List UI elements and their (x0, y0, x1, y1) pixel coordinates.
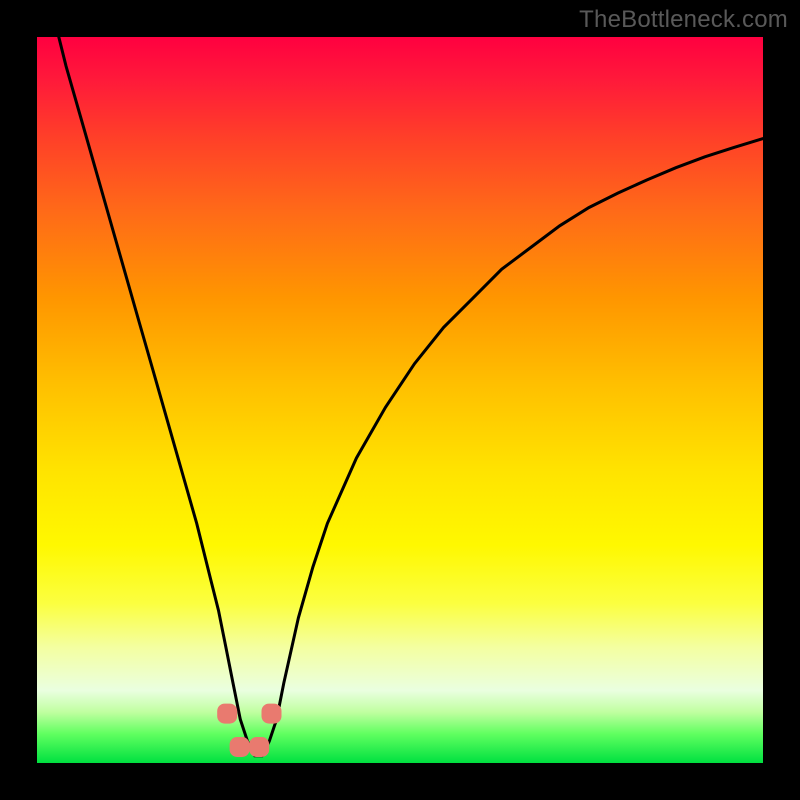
chart-frame: TheBottleneck.com (0, 0, 800, 800)
plot-area (37, 37, 763, 763)
curve-marker (230, 737, 250, 757)
curve-marker (262, 704, 282, 724)
curve-marker (217, 704, 237, 724)
curve-marker (249, 737, 269, 757)
watermark-label: TheBottleneck.com (579, 6, 788, 34)
curve-markers (37, 37, 763, 763)
